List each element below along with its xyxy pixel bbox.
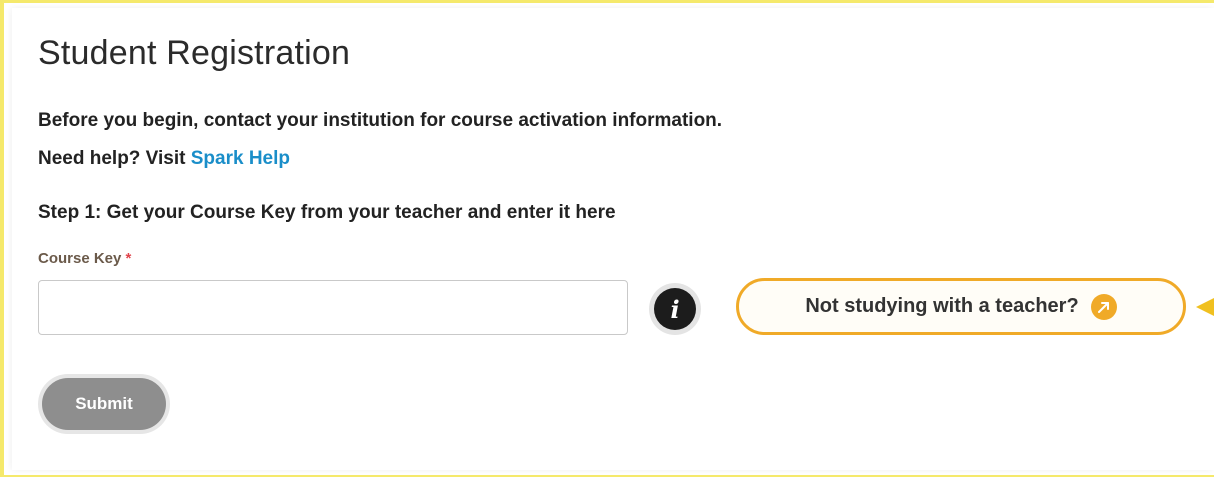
help-prefix: Need help? Visit: [38, 148, 191, 169]
course-key-label-text: Course Key: [38, 250, 122, 267]
spark-help-link[interactable]: Spark Help: [191, 148, 290, 169]
info-icon: i: [654, 288, 696, 330]
not-studying-with-teacher-button[interactable]: Not studying with a teacher?: [736, 278, 1186, 335]
not-studying-with-teacher-label: Not studying with a teacher?: [805, 295, 1079, 317]
intro-text: Before you begin, contact your instituti…: [38, 110, 723, 131]
external-arrow-icon: [1090, 293, 1117, 320]
required-marker: *: [125, 250, 132, 267]
page-title: Student Registration: [38, 34, 351, 72]
registration-panel: [12, 8, 1214, 470]
submit-button-label: Submit: [42, 378, 166, 430]
course-key-info-button[interactable]: i: [649, 283, 701, 335]
course-key-input[interactable]: [38, 280, 628, 335]
step-1-heading: Step 1: Get your Course Key from your te…: [38, 202, 616, 223]
submit-button[interactable]: Submit: [38, 374, 170, 434]
help-line: Need help? Visit Spark Help: [38, 148, 290, 170]
course-key-label: Course Key *: [38, 250, 131, 267]
pointer-arrow-icon: [1196, 298, 1214, 316]
